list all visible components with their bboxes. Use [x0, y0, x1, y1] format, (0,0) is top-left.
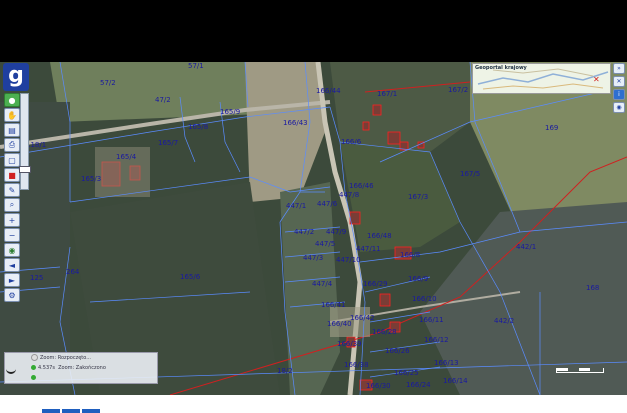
parcel-label: 166/11: [419, 316, 444, 324]
parcel-label: 166/43: [283, 119, 308, 127]
parcel-label: 165/9: [220, 108, 241, 116]
parcel-label: 447/1: [286, 202, 307, 210]
parcel-label: 166/46: [349, 182, 374, 190]
print-icon[interactable]: ⎙: [4, 138, 20, 152]
parcel-label: 166/42: [350, 314, 375, 322]
parcel-label: 166/40: [327, 320, 352, 328]
map-viewport[interactable]: 57/2 57/1 47/2 165/9 165/8 166/44 166/43…: [0, 62, 627, 395]
parcel-label: 167/5: [460, 170, 481, 178]
parcel-label: 166/6: [341, 138, 362, 146]
status-panel: Zoom: Rozpoczęto... 4.537s Zoom: Zakończ…: [4, 352, 158, 384]
parcel-label: 447/5: [315, 240, 336, 248]
bottom-tab[interactable]: [42, 409, 60, 413]
overview-map[interactable]: ✕ Geoportal krajowy: [472, 63, 611, 94]
parcel-label: 447/11: [356, 245, 381, 253]
zoom-slider[interactable]: [19, 93, 31, 190]
pending-icon: [31, 354, 38, 361]
parcel-label: 166/13: [434, 359, 459, 367]
info-icon[interactable]: i: [613, 89, 625, 100]
back-icon[interactable]: ◄: [4, 258, 20, 272]
parcel-label: 169: [545, 124, 559, 132]
parcel-label: 447/4: [312, 280, 333, 288]
green-dot-icon[interactable]: ●: [4, 93, 20, 107]
bottom-tabs: [42, 409, 100, 413]
parcel-label: 166/10: [412, 295, 437, 303]
parcel-label: 167/2: [448, 86, 469, 94]
bottom-tab[interactable]: [62, 409, 80, 413]
parcel-label: 166/8: [400, 251, 421, 259]
parcel-label: 57/1: [188, 62, 204, 70]
check-icon: [31, 365, 36, 370]
status-text-1: Zoom: Rozpoczęto...: [40, 355, 92, 361]
bottom-tab[interactable]: [82, 409, 100, 413]
check-icon: [31, 375, 36, 380]
parcel-label: 57/2: [100, 79, 116, 87]
status-line-1: Zoom: Rozpoczęto...: [31, 354, 91, 362]
parcel-label: 166/44: [316, 87, 341, 95]
parcel-label: 165/4: [116, 153, 137, 161]
parcel-label: 166/25: [394, 369, 419, 377]
eye-icon[interactable]: ◉: [613, 102, 625, 113]
parcel-label: 166/24: [406, 381, 431, 389]
status-line-3: [31, 374, 38, 382]
marker-icon[interactable]: ■: [4, 168, 20, 182]
status-line-2: 4.537s Zoom: Zakończono: [31, 364, 106, 372]
hand-icon[interactable]: ✋: [4, 108, 20, 122]
zoom-box-icon[interactable]: ▢: [4, 153, 20, 167]
parcel-label: 18/2: [277, 367, 293, 375]
parcel-label: 166/39: [337, 340, 362, 348]
parcel-label: 447/8: [339, 191, 360, 199]
settings-icon[interactable]: ⚙: [4, 288, 20, 302]
parcel-label: 166/14: [443, 377, 468, 385]
parcel-label: 447/6: [317, 200, 338, 208]
parcel-label: 166/28: [372, 328, 397, 336]
parcel-label: 166/12: [424, 336, 449, 344]
layers-icon[interactable]: ▤: [4, 123, 20, 137]
top-black-band: [0, 0, 627, 62]
parcel-label: 166/9: [408, 275, 429, 283]
parcel-label: 166/38: [344, 361, 369, 369]
close-icon[interactable]: ✕: [613, 76, 625, 87]
parcel-label: 447/3: [303, 254, 324, 262]
parcel-label: 165/8: [188, 123, 209, 131]
ruler-icon[interactable]: ✎: [4, 183, 20, 197]
parcel-label: 165/6: [180, 273, 201, 281]
parcel-label: 166/41: [321, 301, 346, 309]
parcel-label: 165/7: [158, 139, 179, 147]
parcel-label: 166/48: [367, 232, 392, 240]
overview-map-title: Geoportal krajowy: [475, 65, 527, 71]
collapse-icon[interactable]: »: [613, 63, 625, 74]
parcel-label: 166/30: [366, 382, 391, 390]
parcel-label: 47/2: [155, 96, 171, 104]
zoom-out-icon[interactable]: −: [4, 228, 20, 242]
parcel-label: 442/1: [516, 243, 537, 251]
scale-bar: [556, 368, 604, 373]
search-icon[interactable]: ⌕: [4, 198, 20, 212]
parcel-label: 264: [66, 268, 80, 276]
forward-icon[interactable]: ►: [4, 273, 20, 287]
status-text-2: Zoom: Zakończono: [58, 365, 106, 371]
parcel-label: 442/2: [494, 317, 515, 325]
parcel-label: 168: [586, 284, 600, 292]
right-controls: » ✕ i ◉: [613, 63, 625, 113]
geoportal-logo[interactable]: g: [3, 63, 29, 91]
parcel-label: 118/1: [26, 141, 47, 149]
parcel-label: 447/2: [294, 228, 315, 236]
zoom-in-icon[interactable]: +: [4, 213, 20, 227]
parcel-label: 447/10: [336, 256, 361, 264]
parcel-label: 166/29: [363, 280, 388, 288]
parcel-label: 166/26: [385, 347, 410, 355]
parcel-label: 447/9: [326, 228, 347, 236]
status-time: 4.537s: [38, 365, 55, 371]
parcel-label: 167/3: [408, 193, 429, 201]
parcel-label: 165/3: [81, 175, 102, 183]
svg-text:✕: ✕: [593, 75, 600, 84]
parcel-label: 167/1: [377, 90, 398, 98]
globe-icon[interactable]: ◉: [4, 243, 20, 257]
parcel-label: 125: [30, 274, 44, 282]
logo-letter: g: [8, 63, 24, 88]
zoom-slider-knob[interactable]: [19, 166, 31, 173]
